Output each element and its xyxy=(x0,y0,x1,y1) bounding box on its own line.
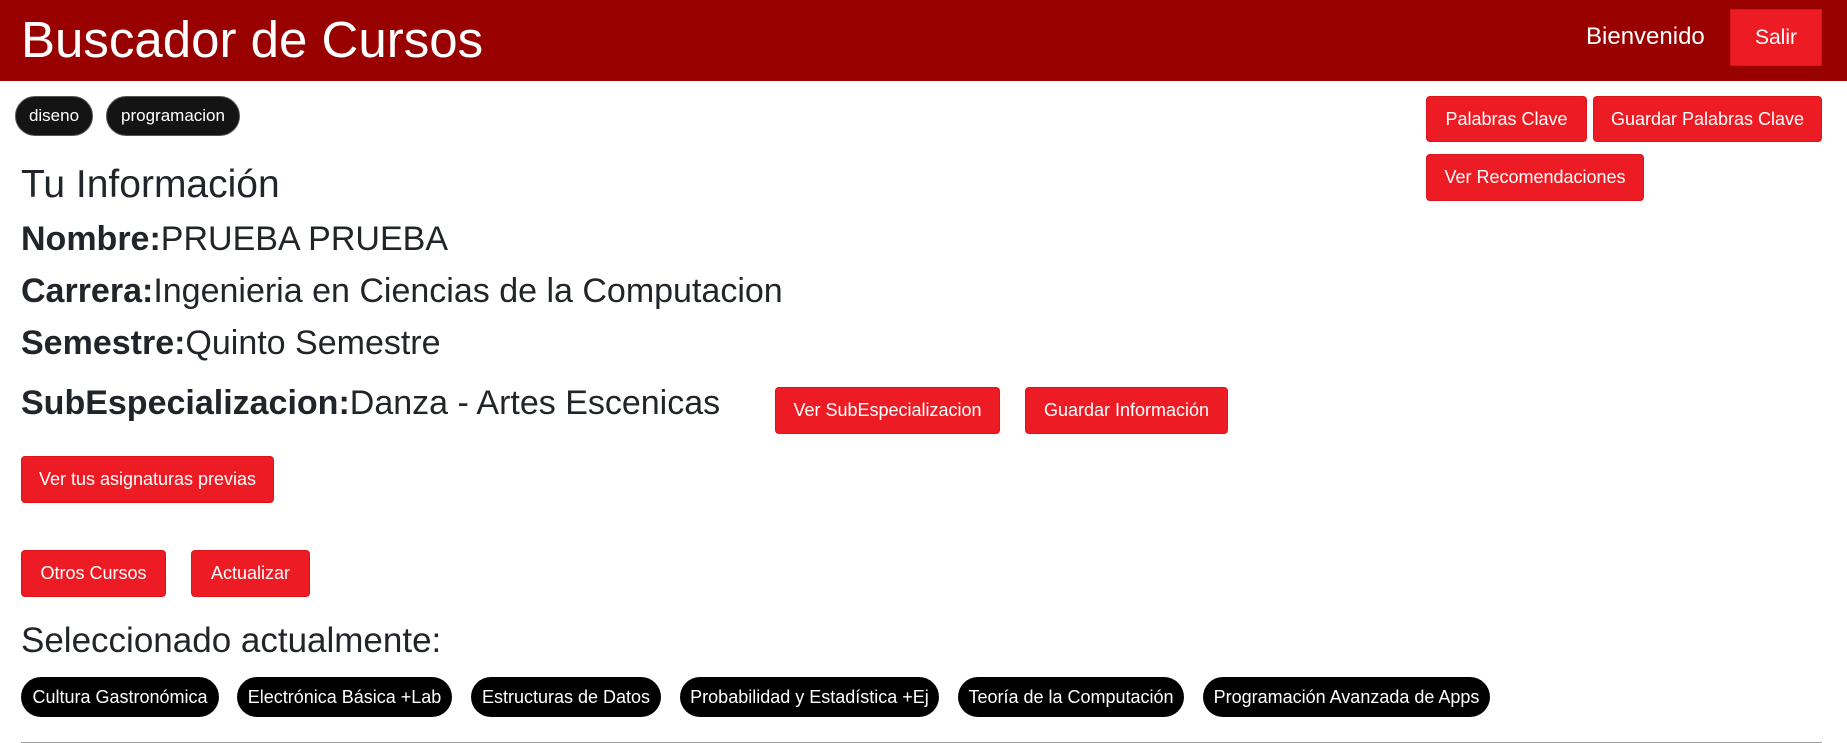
selected-heading: Seleccionado actualmente: xyxy=(21,621,442,660)
info-subspecialization: SubEspecializacion:Danza - Artes Escenic… xyxy=(21,383,720,424)
selected-course-chip[interactable]: Cultura Gastronómica xyxy=(21,677,219,717)
semester-value: Quinto Semestre xyxy=(185,324,441,362)
subspec-value: Danza - Artes Escenicas xyxy=(349,384,721,422)
career-label: Carrera: xyxy=(21,272,154,310)
logout-button[interactable]: Salir xyxy=(1730,9,1822,66)
semester-label: Semestre: xyxy=(21,324,186,362)
name-label: Nombre: xyxy=(21,220,161,258)
app-title: Buscador de Cursos xyxy=(21,11,484,68)
save-keywords-button[interactable]: Guardar Palabras Clave xyxy=(1593,96,1822,142)
selected-course-chip[interactable]: Estructuras de Datos xyxy=(471,677,661,717)
previous-courses-button[interactable]: Ver tus asignaturas previas xyxy=(21,456,274,503)
recommendations-button[interactable]: Ver Recomendaciones xyxy=(1426,154,1644,201)
subspec-label: SubEspecializacion: xyxy=(21,384,350,422)
refresh-button[interactable]: Actualizar xyxy=(191,550,310,597)
info-career: Carrera:Ingenieria en Ciencias de la Com… xyxy=(21,271,783,312)
selected-course-chip[interactable]: Programación Avanzada de Apps xyxy=(1203,677,1490,717)
career-value: Ingenieria en Ciencias de la Computacion xyxy=(153,272,783,310)
info-name: Nombre:PRUEBA PRUEBA xyxy=(21,219,448,260)
name-value: PRUEBA PRUEBA xyxy=(160,220,449,258)
other-courses-button[interactable]: Otros Cursos xyxy=(21,550,166,597)
info-semester: Semestre:Quinto Semestre xyxy=(21,323,441,364)
selected-course-chip[interactable]: Probabilidad y Estadística +Ej xyxy=(680,677,939,717)
keyword-chip[interactable]: diseno xyxy=(15,96,93,136)
navbar: Buscador de Cursos Bienvenido Salir xyxy=(0,0,1847,81)
info-heading: Tu Información xyxy=(21,163,280,206)
selected-course-chip[interactable]: Electrónica Básica +Lab xyxy=(237,677,452,717)
keywords-button[interactable]: Palabras Clave xyxy=(1426,96,1587,142)
view-subspecialization-button[interactable]: Ver SubEspecializacion xyxy=(775,387,1000,434)
save-info-button[interactable]: Guardar Información xyxy=(1025,387,1228,434)
selected-course-chip[interactable]: Teoría de la Computación xyxy=(958,677,1184,717)
welcome-text: Bienvenido xyxy=(1586,23,1705,50)
keyword-chip[interactable]: programacion xyxy=(106,96,240,136)
